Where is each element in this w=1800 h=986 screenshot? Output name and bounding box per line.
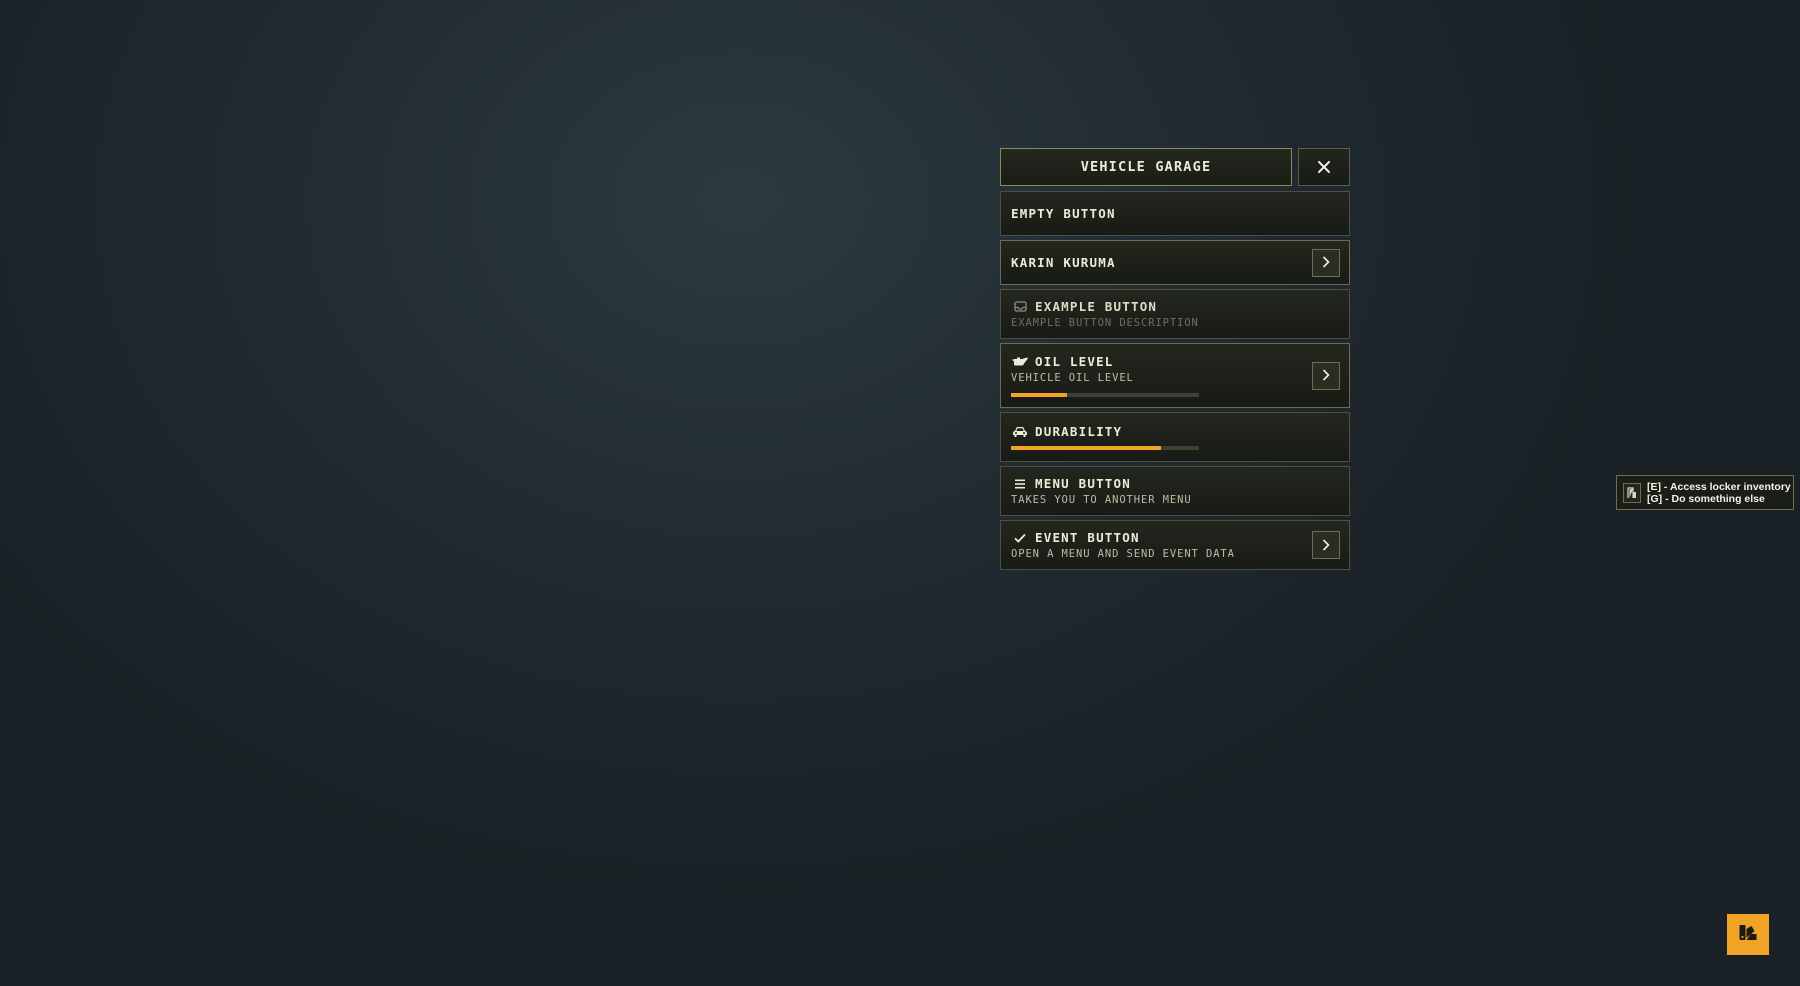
menu-title: VEHICLE GARAGE — [1000, 148, 1292, 186]
durability-button[interactable]: DURABILITY — [1000, 412, 1350, 462]
check-icon — [1011, 531, 1029, 545]
prompt-line: [E] - Access locker inventory — [1647, 480, 1791, 493]
car-icon — [1011, 425, 1029, 439]
progress-fill — [1011, 393, 1068, 397]
progress-fill — [1011, 446, 1162, 450]
menu-header: VEHICLE GARAGE — [1000, 148, 1350, 186]
submenu-arrow-button[interactable] — [1312, 248, 1340, 277]
menu-button[interactable]: MENU BUTTON TAKES YOU TO ANOTHER MENU — [1000, 466, 1350, 516]
durability-progress-bar — [1011, 446, 1199, 450]
item-description: EXAMPLE BUTTON DESCRIPTION — [1011, 317, 1199, 329]
close-icon — [1317, 157, 1331, 178]
item-title: EMPTY BUTTON — [1011, 206, 1116, 221]
prompt-line: [G] - Do something else — [1647, 492, 1765, 505]
oil-can-icon — [1011, 355, 1029, 369]
close-button[interactable] — [1298, 148, 1350, 186]
item-title: DURABILITY — [1035, 424, 1123, 439]
inbox-icon — [1011, 300, 1029, 314]
context-menu: VEHICLE GARAGE EMPTY BUTTON KARIN KURUMA — [1000, 148, 1350, 574]
oil-level-progress-bar — [1011, 393, 1199, 397]
chevron-right-icon — [1322, 253, 1330, 272]
interaction-prompt: [E] - Access locker inventory [G] - Do s… — [1616, 475, 1794, 510]
item-title: MENU BUTTON — [1035, 476, 1131, 491]
item-title: EVENT BUTTON — [1035, 530, 1140, 545]
oil-level-button[interactable]: OIL LEVEL VEHICLE OIL LEVEL — [1000, 343, 1350, 408]
item-title: OIL LEVEL — [1035, 354, 1114, 369]
bars-icon — [1011, 477, 1029, 491]
submenu-arrow-button[interactable] — [1312, 361, 1340, 390]
empty-button[interactable]: EMPTY BUTTON — [1000, 191, 1350, 236]
door-icon — [1623, 482, 1641, 503]
event-button[interactable]: EVENT BUTTON OPEN A MENU AND SEND EVENT … — [1000, 520, 1350, 570]
submenu-arrow-button[interactable] — [1312, 531, 1340, 559]
karin-kuruma-button[interactable]: KARIN KURUMA — [1000, 240, 1350, 285]
example-button: EXAMPLE BUTTON EXAMPLE BUTTON DESCRIPTIO… — [1000, 289, 1350, 339]
chevron-right-icon — [1322, 536, 1330, 555]
item-description: TAKES YOU TO ANOTHER MENU — [1011, 494, 1192, 506]
palette-icon — [1738, 923, 1758, 947]
chevron-right-icon — [1322, 366, 1330, 385]
theme-button[interactable] — [1727, 914, 1769, 955]
item-title: EXAMPLE BUTTON — [1035, 299, 1158, 314]
item-description: OPEN A MENU AND SEND EVENT DATA — [1011, 548, 1235, 560]
item-description: VEHICLE OIL LEVEL — [1011, 372, 1134, 384]
item-title: KARIN KURUMA — [1011, 255, 1116, 270]
